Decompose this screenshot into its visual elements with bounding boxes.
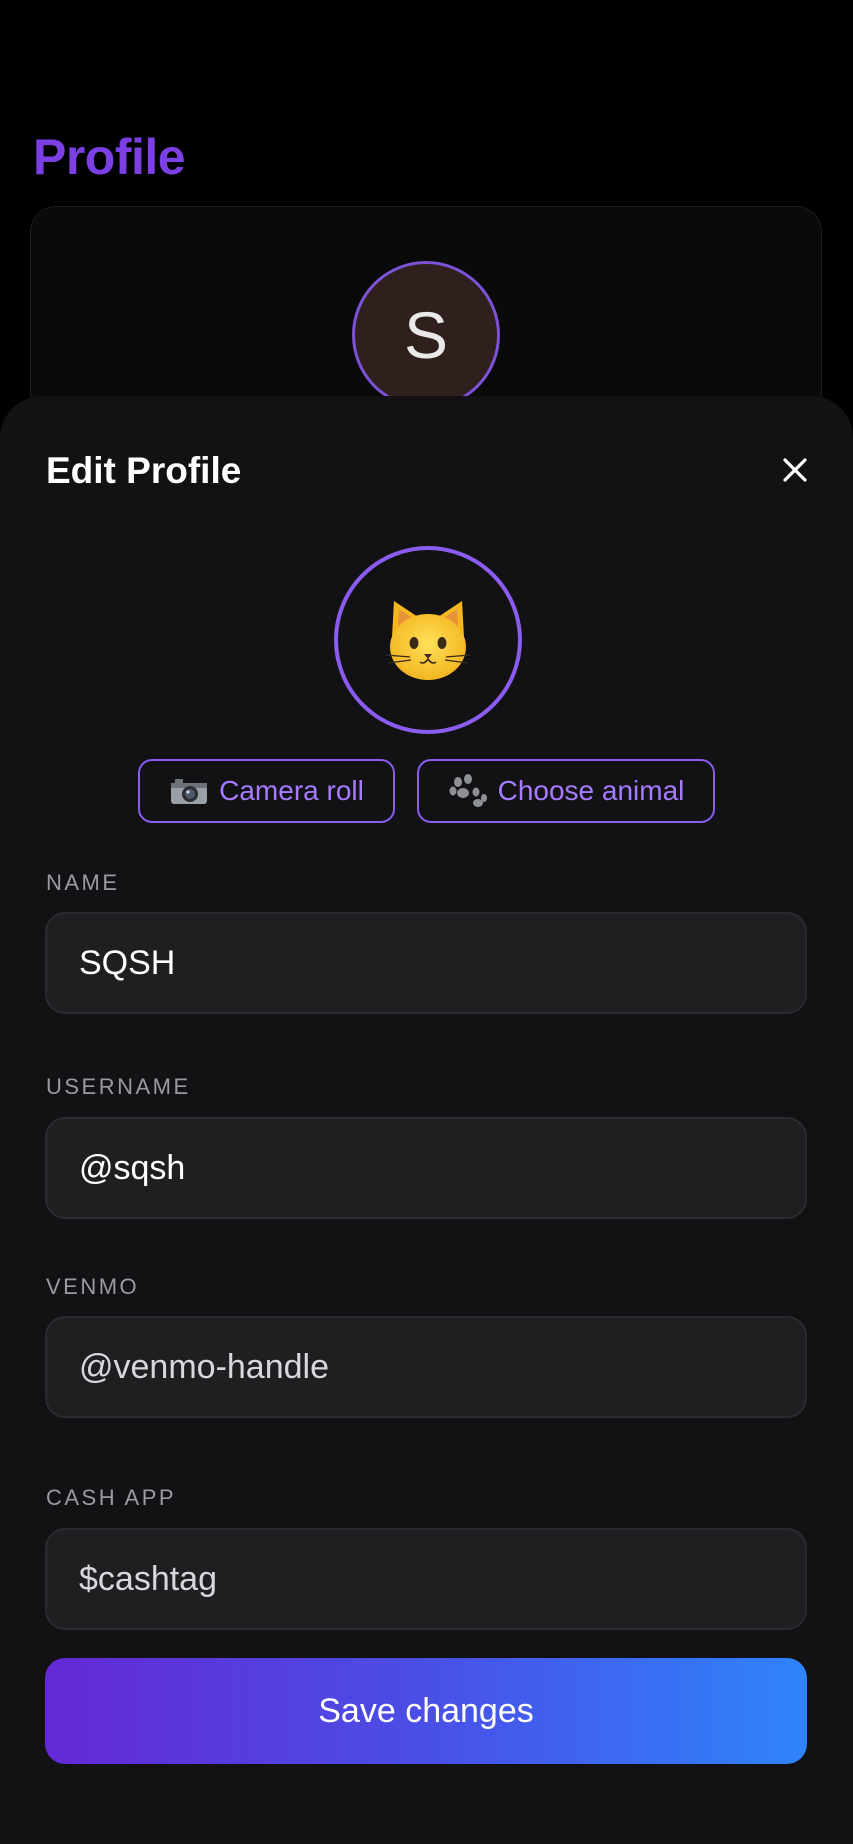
cashapp-label: CASH APP [46, 1485, 177, 1510]
close-button[interactable] [777, 452, 813, 488]
username-label: USERNAME [46, 1074, 191, 1099]
page-title: Profile [33, 129, 186, 185]
venmo-label: VENMO [46, 1274, 140, 1299]
cat-face-icon [385, 601, 471, 680]
name-field-container [45, 912, 807, 1014]
name-input[interactable] [79, 943, 773, 983]
avatar-preview[interactable] [334, 546, 522, 734]
edit-profile-sheet: Edit Profile Camera roll Choose animal N… [0, 396, 853, 1844]
avatar-source-buttons: Camera roll Choose animal [0, 759, 853, 823]
paw-icon [448, 774, 488, 807]
camera-roll-button[interactable]: Camera roll [138, 759, 395, 823]
name-label: NAME [46, 870, 120, 895]
username-field-container [45, 1117, 807, 1219]
cashapp-field-container [45, 1528, 807, 1630]
camera-roll-label: Camera roll [219, 775, 364, 806]
venmo-field-container [45, 1316, 807, 1418]
sheet-title: Edit Profile [46, 450, 242, 491]
save-changes-button[interactable]: Save changes [45, 1658, 807, 1764]
venmo-input[interactable] [79, 1347, 773, 1387]
choose-animal-label: Choose animal [497, 775, 685, 806]
profile-avatar: S [352, 261, 500, 409]
choose-animal-button[interactable]: Choose animal [417, 759, 715, 823]
username-input[interactable] [79, 1148, 773, 1188]
cashapp-input[interactable] [79, 1559, 773, 1599]
camera-icon [169, 775, 209, 807]
profile-screen: Profile S Edit Profile Camera roll Choos… [0, 0, 853, 1844]
close-icon [783, 458, 807, 482]
